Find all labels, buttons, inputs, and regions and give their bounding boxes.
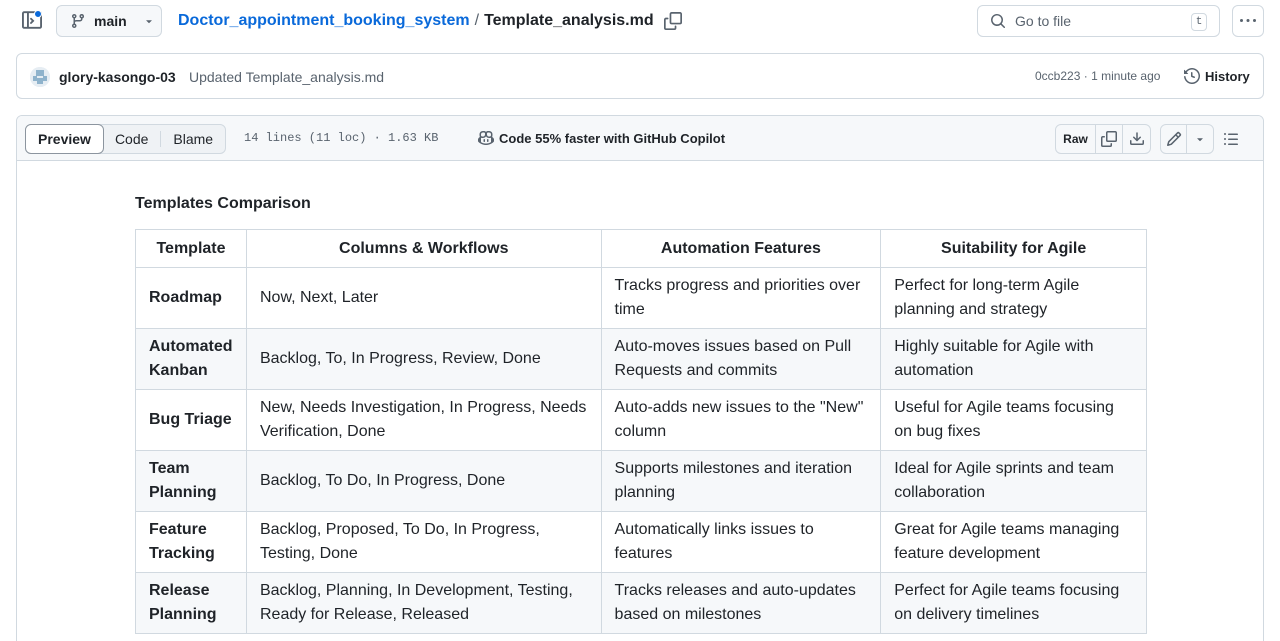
go-to-file-input[interactable]: Go to file t xyxy=(977,5,1220,37)
commit-author[interactable]: glory-kasongo-03 xyxy=(59,69,176,85)
table-cell: Auto-moves issues based on Pull Requests… xyxy=(600,328,882,390)
latest-commit-bar: glory-kasongo-03 Updated Template_analys… xyxy=(16,53,1264,99)
download-button[interactable] xyxy=(1123,125,1150,153)
copy-icon xyxy=(1101,131,1117,147)
file-header-bar: main Doctor_appointment_booking_system /… xyxy=(0,0,1280,42)
history-icon xyxy=(1184,68,1200,84)
commit-message[interactable]: Updated Template_analysis.md xyxy=(189,69,384,85)
copy-path-button[interactable] xyxy=(664,12,682,30)
table-cell: Great for Agile teams managing feature d… xyxy=(880,511,1147,573)
copy-raw-button[interactable] xyxy=(1096,125,1123,153)
file-viewer: Preview Code Blame 14 lines (11 loc) · 1… xyxy=(16,115,1264,641)
search-icon xyxy=(990,13,1006,29)
download-icon xyxy=(1129,131,1145,147)
tab-code[interactable]: Code xyxy=(103,125,160,153)
raw-button[interactable]: Raw xyxy=(1056,125,1096,153)
chevron-down-icon xyxy=(1194,133,1206,145)
chevron-down-icon xyxy=(143,15,155,27)
list-unordered-icon xyxy=(1223,131,1239,147)
document-heading: Templates Comparison xyxy=(135,195,311,212)
kebab-horizontal-icon xyxy=(1240,13,1256,29)
table-cell: Ideal for Agile sprints and team collabo… xyxy=(880,450,1147,512)
table-header-cell: Columns & Workflows xyxy=(245,229,602,268)
edit-actions-group xyxy=(1160,124,1214,154)
edit-file-button[interactable] xyxy=(1161,125,1187,153)
keyboard-shortcut-hint: t xyxy=(1191,13,1207,31)
commit-meta: 0ccb223 · 1 minute ago xyxy=(1035,69,1160,83)
file-size-info: 14 lines (11 loc) · 1.63 KB xyxy=(244,131,439,145)
table-cell: Backlog, To Do, In Progress, Done xyxy=(245,450,602,512)
table-header-cell: Automation Features xyxy=(600,229,882,268)
sidebar-toggle-button[interactable] xyxy=(22,10,44,32)
table-cell: Useful for Agile teams focusing on bug f… xyxy=(880,389,1147,451)
table-cell: Now, Next, Later xyxy=(245,267,602,329)
table-cell: Highly suitable for Agile with automatio… xyxy=(880,328,1147,390)
table-cell: Tracks progress and priorities over time xyxy=(600,267,882,329)
breadcrumb-separator: / xyxy=(474,12,480,29)
table-row: Bug Triage New, Needs Investigation, In … xyxy=(135,389,1147,451)
table-cell: New, Needs Investigation, In Progress, N… xyxy=(245,389,602,451)
tab-blame[interactable]: Blame xyxy=(161,125,225,153)
copy-icon xyxy=(664,12,682,30)
table-row: Automated Kanban Backlog, To, In Progres… xyxy=(135,328,1147,390)
table-cell: Auto-adds new issues to the "New" column xyxy=(600,389,882,451)
file-toolbar: Preview Code Blame 14 lines (11 loc) · 1… xyxy=(17,116,1263,161)
table-row: Release Planning Backlog, Planning, In D… xyxy=(135,572,1147,634)
repo-link[interactable]: Doctor_appointment_booking_system xyxy=(178,12,470,30)
branch-name: main xyxy=(94,13,127,29)
table-cell: Automatically links issues to features xyxy=(600,511,882,573)
table-cell: Perfect for Agile teams focusing on deli… xyxy=(880,572,1147,634)
table-cell-template: Release Planning xyxy=(135,572,247,634)
comparison-table: Template Columns & Workflows Automation … xyxy=(135,229,1147,634)
file-actions-group: Raw xyxy=(1055,124,1151,154)
avatar[interactable] xyxy=(30,67,50,87)
table-cell: Tracks releases and auto-updates based o… xyxy=(600,572,882,634)
commit-time: 1 minute ago xyxy=(1091,69,1161,83)
table-cell-template: Bug Triage xyxy=(135,389,247,451)
outline-button[interactable] xyxy=(1221,129,1241,149)
table-cell: Perfect for long-term Agile planning and… xyxy=(880,267,1147,329)
history-label: History xyxy=(1205,68,1250,84)
table-cell: Supports milestones and iteration planni… xyxy=(600,450,882,512)
table-header-cell: Template xyxy=(135,229,247,268)
copilot-promo-link[interactable]: Code 55% faster with GitHub Copilot xyxy=(478,130,725,146)
copilot-icon xyxy=(478,130,494,146)
table-cell-template: Automated Kanban xyxy=(135,328,247,390)
edit-options-dropdown[interactable] xyxy=(1187,125,1213,153)
table-row: Feature Tracking Backlog, Proposed, To D… xyxy=(135,511,1147,573)
go-to-file-placeholder: Go to file xyxy=(1015,13,1072,29)
history-button[interactable]: History xyxy=(1184,64,1250,88)
tab-preview[interactable]: Preview xyxy=(25,124,104,154)
table-header-cell: Suitability for Agile xyxy=(880,229,1147,268)
breadcrumb: Doctor_appointment_booking_system / Temp… xyxy=(178,12,654,30)
view-mode-switch: Preview Code Blame xyxy=(25,124,227,154)
file-name: Template_analysis.md xyxy=(484,12,654,29)
table-row: Roadmap Now, Next, Later Tracks progress… xyxy=(135,267,1147,329)
table-cell-template: Roadmap xyxy=(135,267,247,329)
git-branch-icon xyxy=(70,13,86,29)
more-options-button[interactable] xyxy=(1232,5,1264,37)
notification-dot xyxy=(34,10,42,18)
table-cell: Backlog, Planning, In Development, Testi… xyxy=(245,572,602,634)
table-cell-template: Team Planning xyxy=(135,450,247,512)
table-cell-template: Feature Tracking xyxy=(135,511,247,573)
branch-selector-button[interactable]: main xyxy=(56,5,162,37)
table-cell: Backlog, Proposed, To Do, In Progress, T… xyxy=(245,511,602,573)
table-header-row: Template Columns & Workflows Automation … xyxy=(135,229,1147,268)
meta-separator: · xyxy=(1083,69,1088,83)
commit-sha[interactable]: 0ccb223 xyxy=(1035,69,1080,83)
table-row: Team Planning Backlog, To Do, In Progres… xyxy=(135,450,1147,512)
pencil-icon xyxy=(1166,131,1182,147)
copilot-promo-text: Code 55% faster with GitHub Copilot xyxy=(499,130,726,146)
table-cell: Backlog, To, In Progress, Review, Done xyxy=(245,328,602,390)
